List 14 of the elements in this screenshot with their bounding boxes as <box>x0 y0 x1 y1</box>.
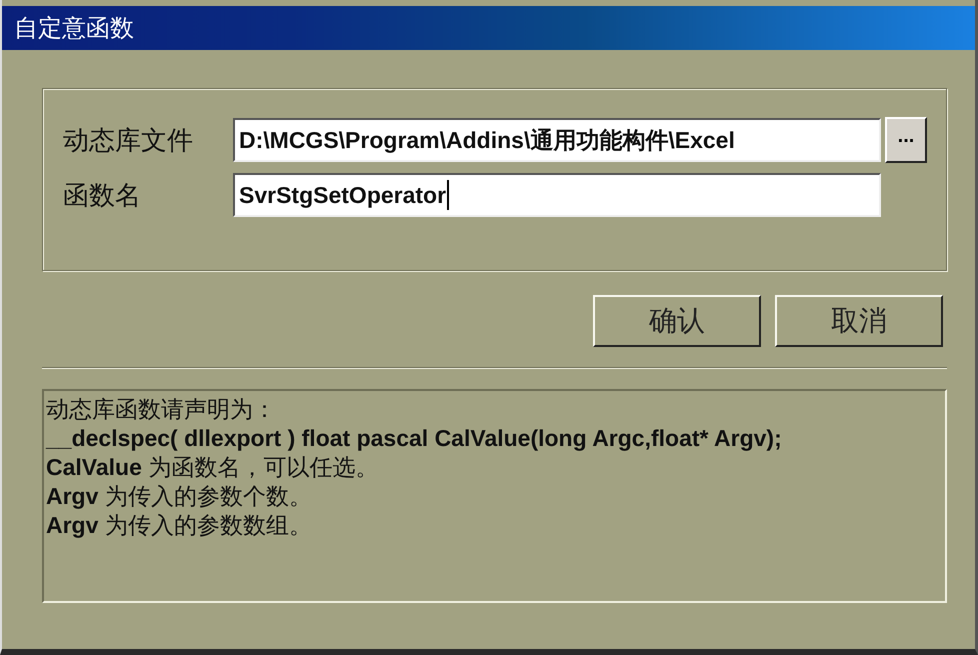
info-line: Argv 为传入的参数个数。 <box>46 482 313 511</box>
code-line: __declspec( dllexport ) float pascal CalValue(long Argc,float* Argv); <box>46 424 783 453</box>
confirm-button[interactable]: 确认 <box>593 295 761 347</box>
field-label: 函数名 <box>63 180 142 212</box>
field-label: 动态库文件 <box>63 124 194 158</box>
info-line: 动态库函数请声明为： <box>46 395 277 424</box>
cancel-button[interactable]: 取消 <box>775 295 943 347</box>
info-line: CalValue 为函数名，可以任选。 <box>46 453 380 482</box>
input-field[interactable]: D:\MCGS\Program\Addins\通用功能构件\Excel <box>233 118 881 162</box>
text-cursor <box>447 180 450 210</box>
info-line: Argv 为传入的参数数组。 <box>46 511 313 540</box>
window-title: 自定意函数 <box>2 6 975 50</box>
browse-button[interactable]: ... <box>885 117 927 163</box>
input-field[interactable]: SvrStgSetOperator <box>233 173 881 217</box>
